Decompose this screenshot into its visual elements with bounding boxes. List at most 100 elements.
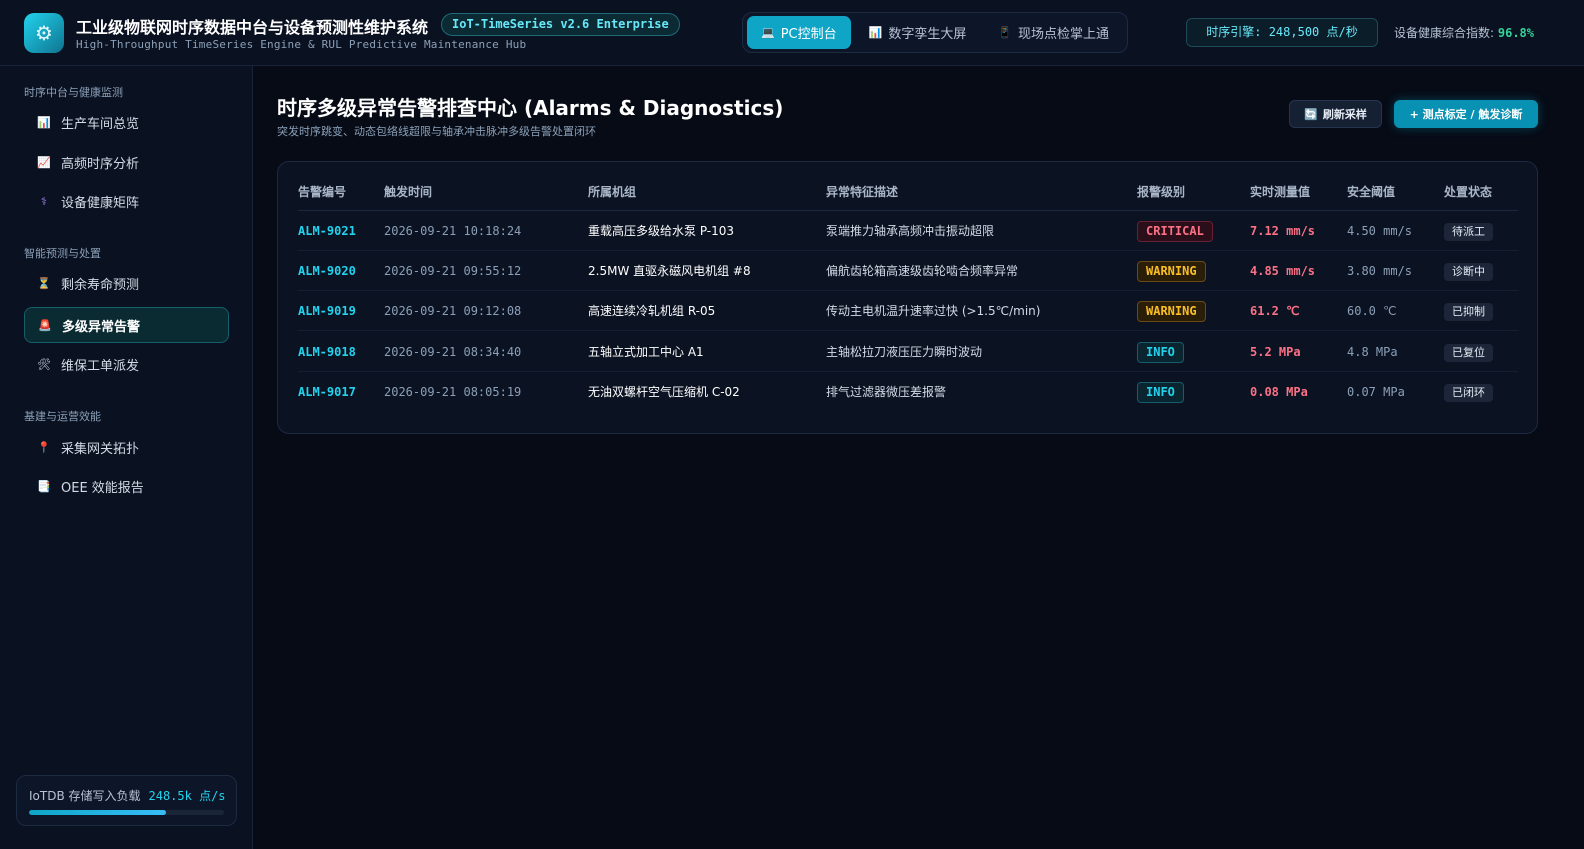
column-header-alarm-id[interactable]: 告警编号 [298, 183, 346, 200]
sidebar-item-health-matrix[interactable]: ⚕ 设备健康矩阵 [24, 183, 229, 219]
measured-value: 7.12 mm/s [1250, 224, 1316, 238]
threshold-value: 4.8 MPa [1347, 345, 1398, 359]
gear-icon: ⚙ [24, 13, 64, 53]
view-tab-label: 现场点检掌上通 [1018, 27, 1110, 42]
health-index: 设备健康综合指数: 96.8% [1394, 24, 1534, 41]
sidebar-item-label: OEE 效能报告 [61, 480, 144, 496]
probe-icon: 📍 [37, 440, 51, 454]
alarm-level-badge: CRITICAL [1137, 221, 1213, 242]
sidebar-item-work-orders[interactable]: 🛠 维保工单派发 [24, 346, 229, 382]
laptop-icon: 💻 [761, 26, 775, 39]
page-title: 时序多级异常告警排查中心 (Alarms & Diagnostics) [277, 96, 784, 120]
storage-load-fill [29, 810, 166, 815]
sidebar-item-oee-report[interactable]: 📑 OEE 效能报告 [24, 468, 229, 504]
level-cell: WARNING [1137, 251, 1206, 291]
refresh-icon: 🔄 [1304, 107, 1318, 121]
sidebar-item-multilevel-alarms[interactable]: 🚨 多级异常告警 [24, 307, 229, 343]
sidebar-item-label: 采集网关拓扑 [61, 441, 140, 457]
column-header-machine[interactable]: 所属机组 [588, 183, 636, 200]
machine-name: 五轴立式加工中心 A1 [588, 345, 704, 359]
calibrate-diagnose-button[interactable]: + 测点标定 / 触发诊断 [1394, 100, 1538, 128]
trigger-time: 2026-09-21 09:12:08 [384, 304, 522, 318]
level-cell: CRITICAL [1137, 211, 1213, 251]
status-cell: 已抑制 [1444, 291, 1493, 331]
health-index-label: 设备健康综合指数: [1394, 26, 1495, 40]
table-row[interactable]: ALM-9021 2026-09-21 10:18:24 重载高压多级给水泵 P… [278, 211, 1539, 251]
trigger-time: 2026-09-21 08:34:40 [384, 345, 522, 359]
engine-rate-badge: 时序引擎: 248,500 点/秒 [1186, 18, 1378, 47]
sidebar-section-title: 基建与运营效能 [24, 410, 101, 423]
version-badge: IoT-TimeSeries v2.6 Enterprise [441, 13, 680, 36]
view-tab-mobile-inspection[interactable]: 📱 现场点检掌上通 [984, 16, 1123, 49]
table-row[interactable]: ALM-9019 2026-09-21 09:12:08 高速连续冷轧机组 R-… [278, 291, 1539, 331]
machine-name: 2.5MW 直驱永磁风电机组 #8 [588, 264, 751, 278]
storage-load-bar [29, 810, 224, 815]
sidebar-section-title: 时序中台与健康监测 [24, 86, 123, 99]
sidebar-item-label: 维保工单派发 [61, 358, 140, 374]
trigger-time: 2026-09-21 09:55:12 [384, 264, 522, 278]
table-row[interactable]: ALM-9020 2026-09-21 09:55:12 2.5MW 直驱永磁风… [278, 251, 1539, 291]
hourglass-icon: ⏳ [37, 276, 51, 290]
column-header-trigger-time[interactable]: 触发时间 [384, 183, 432, 200]
alarm-table: 告警编号 触发时间 所属机组 异常特征描述 报警级别 实时测量值 安全阈值 处置… [277, 161, 1538, 434]
alarm-id-link[interactable]: ALM-9020 [298, 251, 356, 291]
alarm-id-link[interactable]: ALM-9021 [298, 211, 356, 251]
top-header: ⚙ 工业级物联网时序数据中台与设备预测性维护系统 High-Throughput… [0, 0, 1584, 66]
level-cell: WARNING [1137, 291, 1206, 331]
table-row[interactable]: ALM-9017 2026-09-21 08:05:19 无油双螺杆空气压缩机 … [278, 372, 1539, 412]
column-header-measured[interactable]: 实时测量值 [1250, 183, 1310, 200]
anomaly-description: 传动主电机温升速率过快 (>1.5℃/min) [826, 304, 1041, 318]
alarm-level-badge: WARNING [1137, 261, 1206, 282]
status-cell: 已复位 [1444, 332, 1493, 372]
status-badge: 诊断中 [1444, 262, 1493, 281]
app-title: 工业级物联网时序数据中台与设备预测性维护系统 [76, 18, 429, 37]
measured-value: 4.85 mm/s [1250, 264, 1316, 278]
status-badge: 待派工 [1444, 222, 1493, 241]
alarm-level-badge: INFO [1137, 342, 1184, 363]
column-header-threshold[interactable]: 安全阈值 [1347, 183, 1395, 200]
measured-value: 5.2 MPa [1250, 345, 1301, 359]
refresh-sampling-button[interactable]: 🔄 刷新采样 [1289, 100, 1382, 128]
column-header-description[interactable]: 异常特征描述 [826, 183, 898, 200]
status-cell: 待派工 [1444, 211, 1493, 251]
health-index-value: 96.8% [1497, 26, 1534, 40]
alarm-id-link[interactable]: ALM-9019 [298, 291, 356, 331]
alarm-id-link[interactable]: ALM-9017 [298, 372, 356, 412]
measured-value: 61.2 ℃ [1250, 304, 1300, 318]
storage-load-label: IoTDB 存储写入负载 [29, 789, 141, 803]
table-row[interactable]: ALM-9018 2026-09-21 08:34:40 五轴立式加工中心 A1… [278, 332, 1539, 372]
level-cell: INFO [1137, 372, 1184, 412]
alarm-level-badge: INFO [1137, 382, 1184, 403]
anomaly-description: 偏航齿轮箱高速级齿轮啮合频率异常 [826, 264, 1019, 278]
sidebar-item-gateway-topology[interactable]: 📍 采集网关拓扑 [24, 429, 229, 465]
status-badge: 已闭环 [1444, 383, 1493, 402]
threshold-value: 0.07 MPa [1347, 385, 1405, 399]
column-header-level[interactable]: 报警级别 [1137, 183, 1185, 200]
trigger-time: 2026-09-21 08:05:19 [384, 385, 522, 399]
alarm-id-link[interactable]: ALM-9018 [298, 332, 356, 372]
app-subtitle: High-Throughput TimeSeries Engine & RUL … [76, 38, 527, 51]
sidebar-section-title: 智能预测与处置 [24, 247, 101, 260]
sidebar-item-timeseries-analysis[interactable]: 📈 高频时序分析 [24, 144, 229, 180]
view-tab-label: 数字孪生大屏 [888, 27, 967, 42]
anomaly-description: 泵端推力轴承高频冲击振动超限 [826, 224, 995, 238]
report-icon: 📑 [37, 479, 51, 493]
measured-value: 0.08 MPa [1250, 385, 1308, 399]
view-tab-label: PC控制台 [780, 27, 837, 42]
sidebar-item-label: 高频时序分析 [61, 156, 140, 172]
sidebar-item-workshop-overview[interactable]: 📊 生产车间总览 [24, 104, 229, 140]
threshold-value: 60.0 ℃ [1347, 304, 1397, 318]
column-header-status[interactable]: 处置状态 [1444, 183, 1492, 200]
anomaly-description: 主轴松拉刀液压压力瞬时波动 [826, 345, 983, 359]
status-badge: 已抑制 [1444, 302, 1493, 321]
anomaly-description: 排气过滤器微压差报警 [826, 385, 947, 399]
page-subtitle: 突发时序跳变、动态包络线超限与轴承冲击脉冲多级告警处置闭环 [277, 125, 596, 138]
view-tab-pc-console[interactable]: 💻 PC控制台 [747, 16, 851, 49]
level-cell: INFO [1137, 332, 1184, 372]
sidebar-item-label: 生产车间总览 [61, 116, 140, 132]
threshold-value: 4.50 mm/s [1347, 224, 1413, 238]
view-tab-digital-twin[interactable]: 📊 数字孪生大屏 [855, 16, 981, 49]
alarm-level-badge: WARNING [1137, 301, 1206, 322]
sidebar-item-rul-prediction[interactable]: ⏳ 剩余寿命预测 [24, 265, 229, 301]
sidebar-item-label: 剩余寿命预测 [61, 277, 140, 293]
